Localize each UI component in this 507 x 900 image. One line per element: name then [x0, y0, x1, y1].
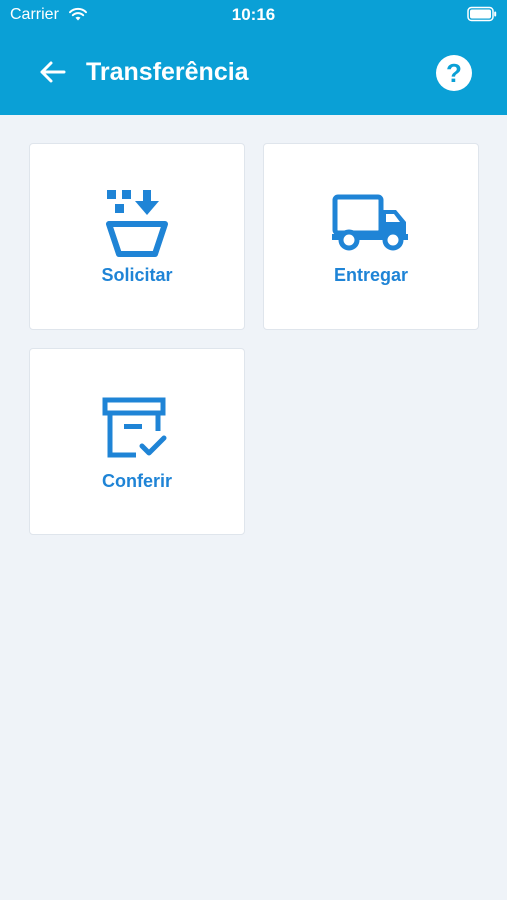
archive-check-icon [102, 397, 167, 458]
page-title: Transferência [86, 58, 249, 86]
status-bar: Carrier 10:16 [0, 0, 507, 30]
help-icon: ? [446, 57, 462, 88]
help-button[interactable]: ? [436, 55, 472, 91]
battery-icon [467, 6, 497, 22]
tile-entregar[interactable]: Entregar [263, 143, 479, 330]
tile-label: Conferir [101, 471, 172, 491]
status-time: 10:16 [231, 5, 276, 24]
tile-conferir[interactable]: Conferir [29, 348, 245, 535]
basket-download-icon [106, 190, 168, 257]
delivery-truck-icon [332, 194, 408, 251]
back-button[interactable] [34, 56, 70, 88]
app-header: Carrier 10:16 Transferência ? [0, 0, 507, 115]
tile-label: Entregar [333, 265, 409, 285]
tile-solicitar[interactable]: Solicitar [29, 143, 245, 330]
arrow-left-icon [40, 61, 66, 83]
tile-label: Solicitar [101, 265, 173, 285]
